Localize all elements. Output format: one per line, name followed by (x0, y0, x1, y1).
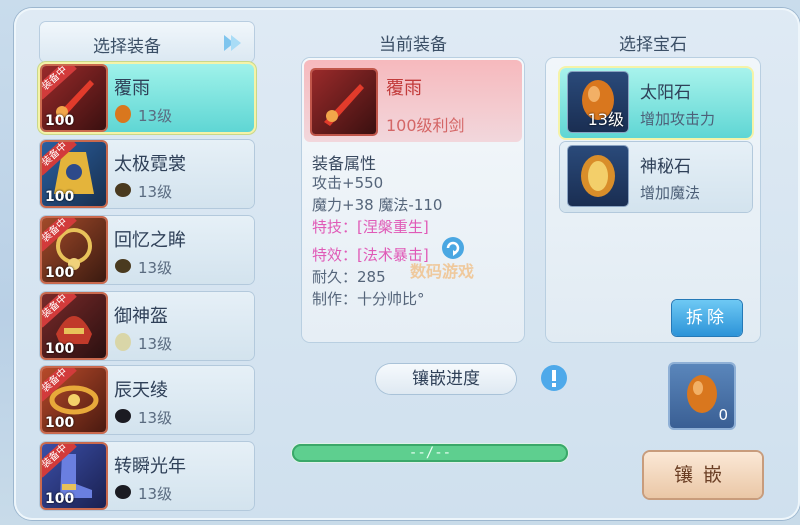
robe-icon: 装备中 100 (42, 142, 106, 206)
gem-level: 13级 (587, 110, 624, 129)
attribute-attack: 攻击+550 (312, 174, 384, 192)
gem-level: 13级 (138, 107, 173, 125)
item-level: 100 (45, 491, 75, 507)
inlay-button[interactable]: 镶嵌 (644, 452, 762, 498)
dark-gem-icon (115, 259, 131, 273)
remove-button[interactable]: 拆除 (672, 300, 742, 336)
gem-count: 0 (718, 406, 728, 424)
item-level: 100 (45, 341, 75, 357)
equipment-item-6[interactable]: 装备中 100 转瞬光年 13级 (40, 442, 254, 510)
durability: 耐久：285 (312, 268, 386, 286)
info-icon[interactable] (540, 364, 568, 392)
sword-icon (312, 70, 376, 134)
mystic-stone-icon (568, 146, 628, 206)
dark-gem-icon (115, 183, 131, 197)
equipment-item-1[interactable]: 装备中 100 覆雨 13级 (40, 64, 254, 132)
gem-description: 增加攻击力 (640, 110, 716, 128)
item-level: 100 (45, 415, 75, 431)
equipment-type: 100级利剑 (386, 116, 465, 135)
item-level: 100 (45, 189, 75, 205)
equipment-name: 覆雨 (386, 78, 422, 99)
gem-name: 神秘石 (640, 157, 691, 177)
equipment-item-4[interactable]: 装备中 100 御神盔 13级 (40, 292, 254, 360)
item-name: 辰天绫 (114, 380, 168, 401)
item-level: 100 (45, 265, 75, 281)
watermark: 数码游戏 (410, 262, 475, 281)
pearl-gem-icon (115, 333, 131, 351)
gem-slot[interactable]: 0 (670, 364, 734, 428)
black-gem-icon (115, 409, 131, 423)
gem-level: 13级 (138, 259, 173, 277)
gem-level: 13级 (138, 183, 173, 201)
item-name: 太极霓裳 (114, 154, 186, 175)
current-equipment-title: 当前装备 (379, 35, 447, 55)
gem-level: 13级 (138, 335, 173, 353)
gem-level: 13级 (138, 485, 173, 503)
black-gem-icon (115, 485, 131, 499)
gem-name: 太阳石 (640, 83, 691, 103)
boots-icon: 装备中 100 (42, 444, 106, 508)
select-equipment-title: 选择装备 (93, 37, 161, 57)
double-arrow-icon[interactable] (220, 30, 246, 56)
attribute-magic: 魔力+38 魔法-110 (312, 196, 443, 214)
gem-level: 13级 (138, 409, 173, 427)
item-name: 御神盔 (114, 306, 168, 327)
maker: 制作：十分帅比° (312, 290, 425, 308)
gem-description: 增加魔法 (640, 184, 701, 202)
inlay-progress-label: 镶嵌进度 (376, 364, 516, 394)
item-name: 转瞬光年 (114, 456, 186, 477)
select-gem-title: 选择宝石 (619, 35, 687, 55)
sun-stone-icon: 13级 (568, 72, 628, 132)
gem-item-sun-stone[interactable]: 13级 太阳石 增加攻击力 (560, 68, 752, 138)
gem-item-mystic-stone[interactable]: 神秘石 增加魔法 (560, 142, 752, 212)
equipment-item-2[interactable]: 装备中 100 太极霓裳 13级 (40, 140, 254, 208)
attributes-heading: 装备属性 (312, 154, 377, 173)
sword-icon: 装备中 100 (42, 66, 106, 130)
progress-text: --/-- (408, 445, 452, 461)
inlay-progress-bar: --/-- (292, 444, 568, 462)
helmet-icon: 装备中 100 (42, 294, 106, 358)
equipment-item-5[interactable]: 装备中 100 辰天绫 13级 (40, 366, 254, 434)
item-name: 回忆之眸 (114, 230, 186, 251)
item-name: 覆雨 (114, 78, 150, 99)
select-equipment-header: 选择装备 (40, 22, 254, 62)
sun-gem-icon (115, 105, 131, 123)
special-skill: 特技：[涅槃重生] (312, 218, 429, 236)
necklace-icon: 装备中 100 (42, 218, 106, 282)
belt-icon: 装备中 100 (42, 368, 106, 432)
refresh-icon[interactable] (441, 236, 465, 260)
equipment-item-3[interactable]: 装备中 100 回忆之眸 13级 (40, 216, 254, 284)
item-level: 100 (45, 113, 75, 129)
